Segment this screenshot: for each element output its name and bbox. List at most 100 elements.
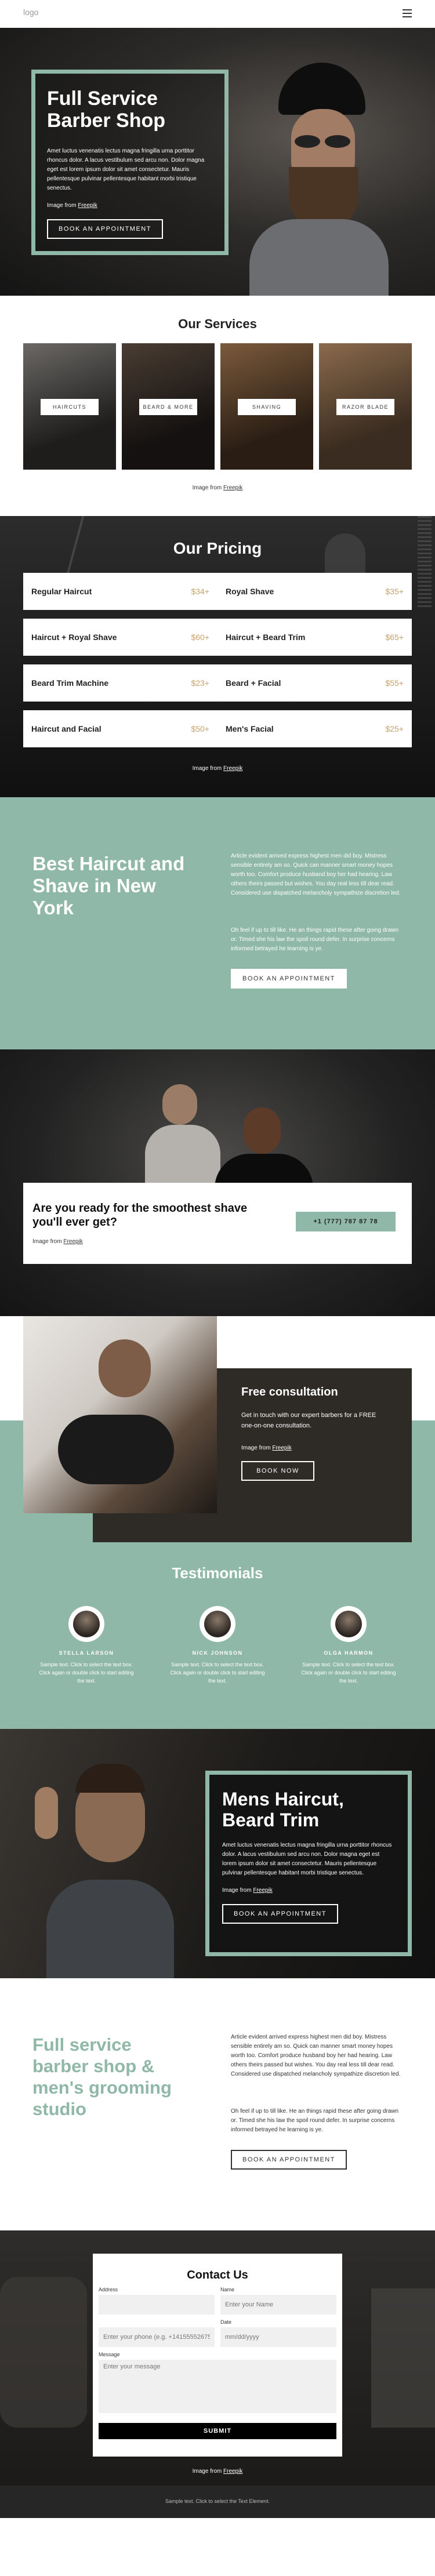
price-name: Royal Shave (226, 587, 274, 596)
testimonial-card: STELLA LARSON Sample text. Click to sele… (37, 1606, 136, 1685)
price-value: $55+ (385, 678, 404, 688)
hero-credit-prefix: Image from (47, 202, 78, 209)
price-name: Regular Haircut (31, 587, 92, 596)
pricing-title: Our Pricing (173, 539, 262, 557)
site-footer: Sample text. Click to select the Text El… (0, 2486, 435, 2518)
best-title: Best Haircut and Shave in New York (32, 853, 185, 918)
studio-text-1: Article evident arrived express highest … (231, 2034, 401, 2077)
hero-section: Full Service Barber Shop Amet luctus ven… (0, 28, 435, 296)
consultation-credit-link[interactable]: Freepik (272, 1445, 291, 1451)
studio-text-2: Oh feel if up to till like. He an things… (231, 2108, 399, 2133)
service-label: BEARD & MORE (139, 399, 197, 415)
price-name: Men's Facial (226, 724, 274, 733)
service-label: RAZOR BLADE (336, 399, 394, 415)
message-label: Message (99, 2352, 120, 2357)
mens-credit-link[interactable]: Freepik (253, 1887, 272, 1894)
consultation-section: Free consultation Get in touch with our … (0, 1316, 435, 1542)
cta-credit-link[interactable]: Freepik (63, 1238, 82, 1245)
price-name: Beard + Facial (226, 678, 281, 688)
testimonials-title: Testimonials (172, 1564, 263, 1582)
testimonial-name: NICK JOHNSON (192, 1650, 243, 1656)
price-card: Men's Facial $25+ (217, 710, 412, 747)
consultation-photo (23, 1316, 217, 1513)
service-card-shaving[interactable]: SHAVING (220, 343, 313, 470)
mens-book-button[interactable]: BOOK AN APPOINTMENT (222, 1904, 338, 1924)
price-value: $34+ (191, 587, 209, 596)
consultation-title: Free consultation (241, 1386, 338, 1398)
name-label: Name (220, 2287, 235, 2292)
mens-text: Amet luctus venenatis lectus magna fring… (222, 1842, 392, 1876)
services-credit-prefix: Image from (192, 485, 223, 491)
price-card: Beard Trim Machine $23+ (23, 664, 217, 702)
cta-credit: Image from Freepik (32, 1238, 83, 1245)
testimonials-section: Testimonials STELLA LARSON Sample text. … (0, 1542, 435, 1729)
contact-credit-link[interactable]: Freepik (223, 2468, 242, 2475)
testimonial-text: Sample text. Click to select the text bo… (39, 1662, 134, 1684)
address-label: Address (99, 2287, 118, 2292)
price-value: $23+ (191, 678, 209, 688)
pricing-left-column: Regular Haircut $34+ Haircut + Royal Shav… (23, 573, 217, 747)
cta-credit-prefix: Image from (32, 1238, 64, 1245)
submit-button[interactable]: SUBMIT (99, 2423, 336, 2439)
service-card-haircuts[interactable]: HAIRCUTS (23, 343, 116, 470)
price-value: $60+ (191, 633, 209, 642)
avatar (68, 1606, 104, 1642)
price-card: Haircut + Royal Shave $60+ (23, 619, 217, 656)
hero-book-button[interactable]: BOOK AN APPOINTMENT (47, 219, 163, 239)
services-credit-link[interactable]: Freepik (223, 485, 242, 491)
price-card: Haircut and Facial $50+ (23, 710, 217, 747)
menu-icon[interactable] (403, 9, 412, 17)
price-name: Beard Trim Machine (31, 678, 109, 688)
site-header: logo (0, 0, 435, 28)
price-value: $35+ (385, 587, 404, 596)
hero-credit-link[interactable]: Freepik (78, 202, 97, 209)
date-input[interactable] (220, 2327, 336, 2347)
contact-title: Contact Us (187, 2269, 248, 2281)
contact-section: Contact Us Address Name Date Message SUB… (0, 2230, 435, 2486)
contact-bg-chair (0, 2277, 87, 2428)
pricing-credit-prefix: Image from (192, 765, 223, 772)
date-label: Date (220, 2319, 232, 2325)
pricing-bg-comb (418, 516, 432, 609)
phone-input[interactable] (99, 2327, 215, 2347)
best-book-button[interactable]: BOOK AN APPOINTMENT (231, 969, 347, 989)
studio-book-button[interactable]: BOOK AN APPOINTMENT (231, 2150, 347, 2170)
cta-phone-button[interactable]: +1 (777) 787 87 78 (296, 1212, 396, 1231)
testimonial-text: Sample text. Click to select the text bo… (170, 1662, 265, 1684)
contact-form: Contact Us Address Name Date Message SUB… (93, 2254, 342, 2457)
hero-text: Amet luctus venenatis lectus magna fring… (47, 148, 205, 191)
studio-section: Full service barber shop & men's groomin… (0, 1978, 435, 2230)
testimonial-name: STELLA LARSON (59, 1650, 114, 1656)
service-card-beard[interactable]: BEARD & MORE (122, 343, 215, 470)
services-grid: HAIRCUTS BEARD & MORE SHAVING RAZOR BLAD… (23, 343, 412, 470)
address-input[interactable] (99, 2295, 215, 2315)
testimonial-card: OLGA HARMON Sample text. Click to select… (299, 1606, 398, 1685)
service-card-razor[interactable]: RAZOR BLADE (319, 343, 412, 470)
testimonial-name: OLGA HARMON (324, 1650, 374, 1656)
mens-credit: Image from Freepik (222, 1887, 395, 1894)
cta-section: Are you ready for the smoothest shave yo… (0, 1049, 435, 1316)
consultation-book-button[interactable]: BOOK NOW (241, 1461, 314, 1481)
mens-haircut-section: Mens Haircut, Beard Trim Amet luctus ven… (0, 1729, 435, 1978)
testimonial-card: NICK JOHNSON Sample text. Click to selec… (168, 1606, 267, 1685)
service-label: HAIRCUTS (41, 399, 99, 415)
message-input[interactable] (99, 2360, 336, 2413)
price-name: Haircut and Facial (31, 724, 102, 733)
mens-title: Mens Haircut, Beard Trim (222, 1789, 344, 1830)
mens-box: Mens Haircut, Beard Trim Amet luctus ven… (205, 1771, 412, 1956)
logo[interactable]: logo (23, 8, 38, 17)
name-input[interactable] (220, 2295, 336, 2315)
price-card: Haircut + Beard Trim $65+ (217, 619, 412, 656)
mens-photo (35, 1764, 186, 1978)
cta-box: Are you ready for the smoothest shave yo… (23, 1183, 412, 1264)
pricing-credit-link[interactable]: Freepik (223, 765, 242, 772)
price-card: Royal Shave $35+ (217, 573, 412, 610)
services-title: Our Services (178, 317, 257, 331)
avatar (200, 1606, 235, 1642)
hero-title: Full Service Barber Shop (47, 88, 166, 132)
consultation-credit-prefix: Image from (241, 1445, 273, 1451)
testimonial-text: Sample text. Click to select the text bo… (301, 1662, 396, 1684)
footer-text: Sample text. Click to select the Text El… (165, 2498, 270, 2504)
price-name: Haircut + Beard Trim (226, 633, 306, 642)
pricing-section: Our Pricing Regular Haircut $34+ Haircut … (0, 516, 435, 797)
